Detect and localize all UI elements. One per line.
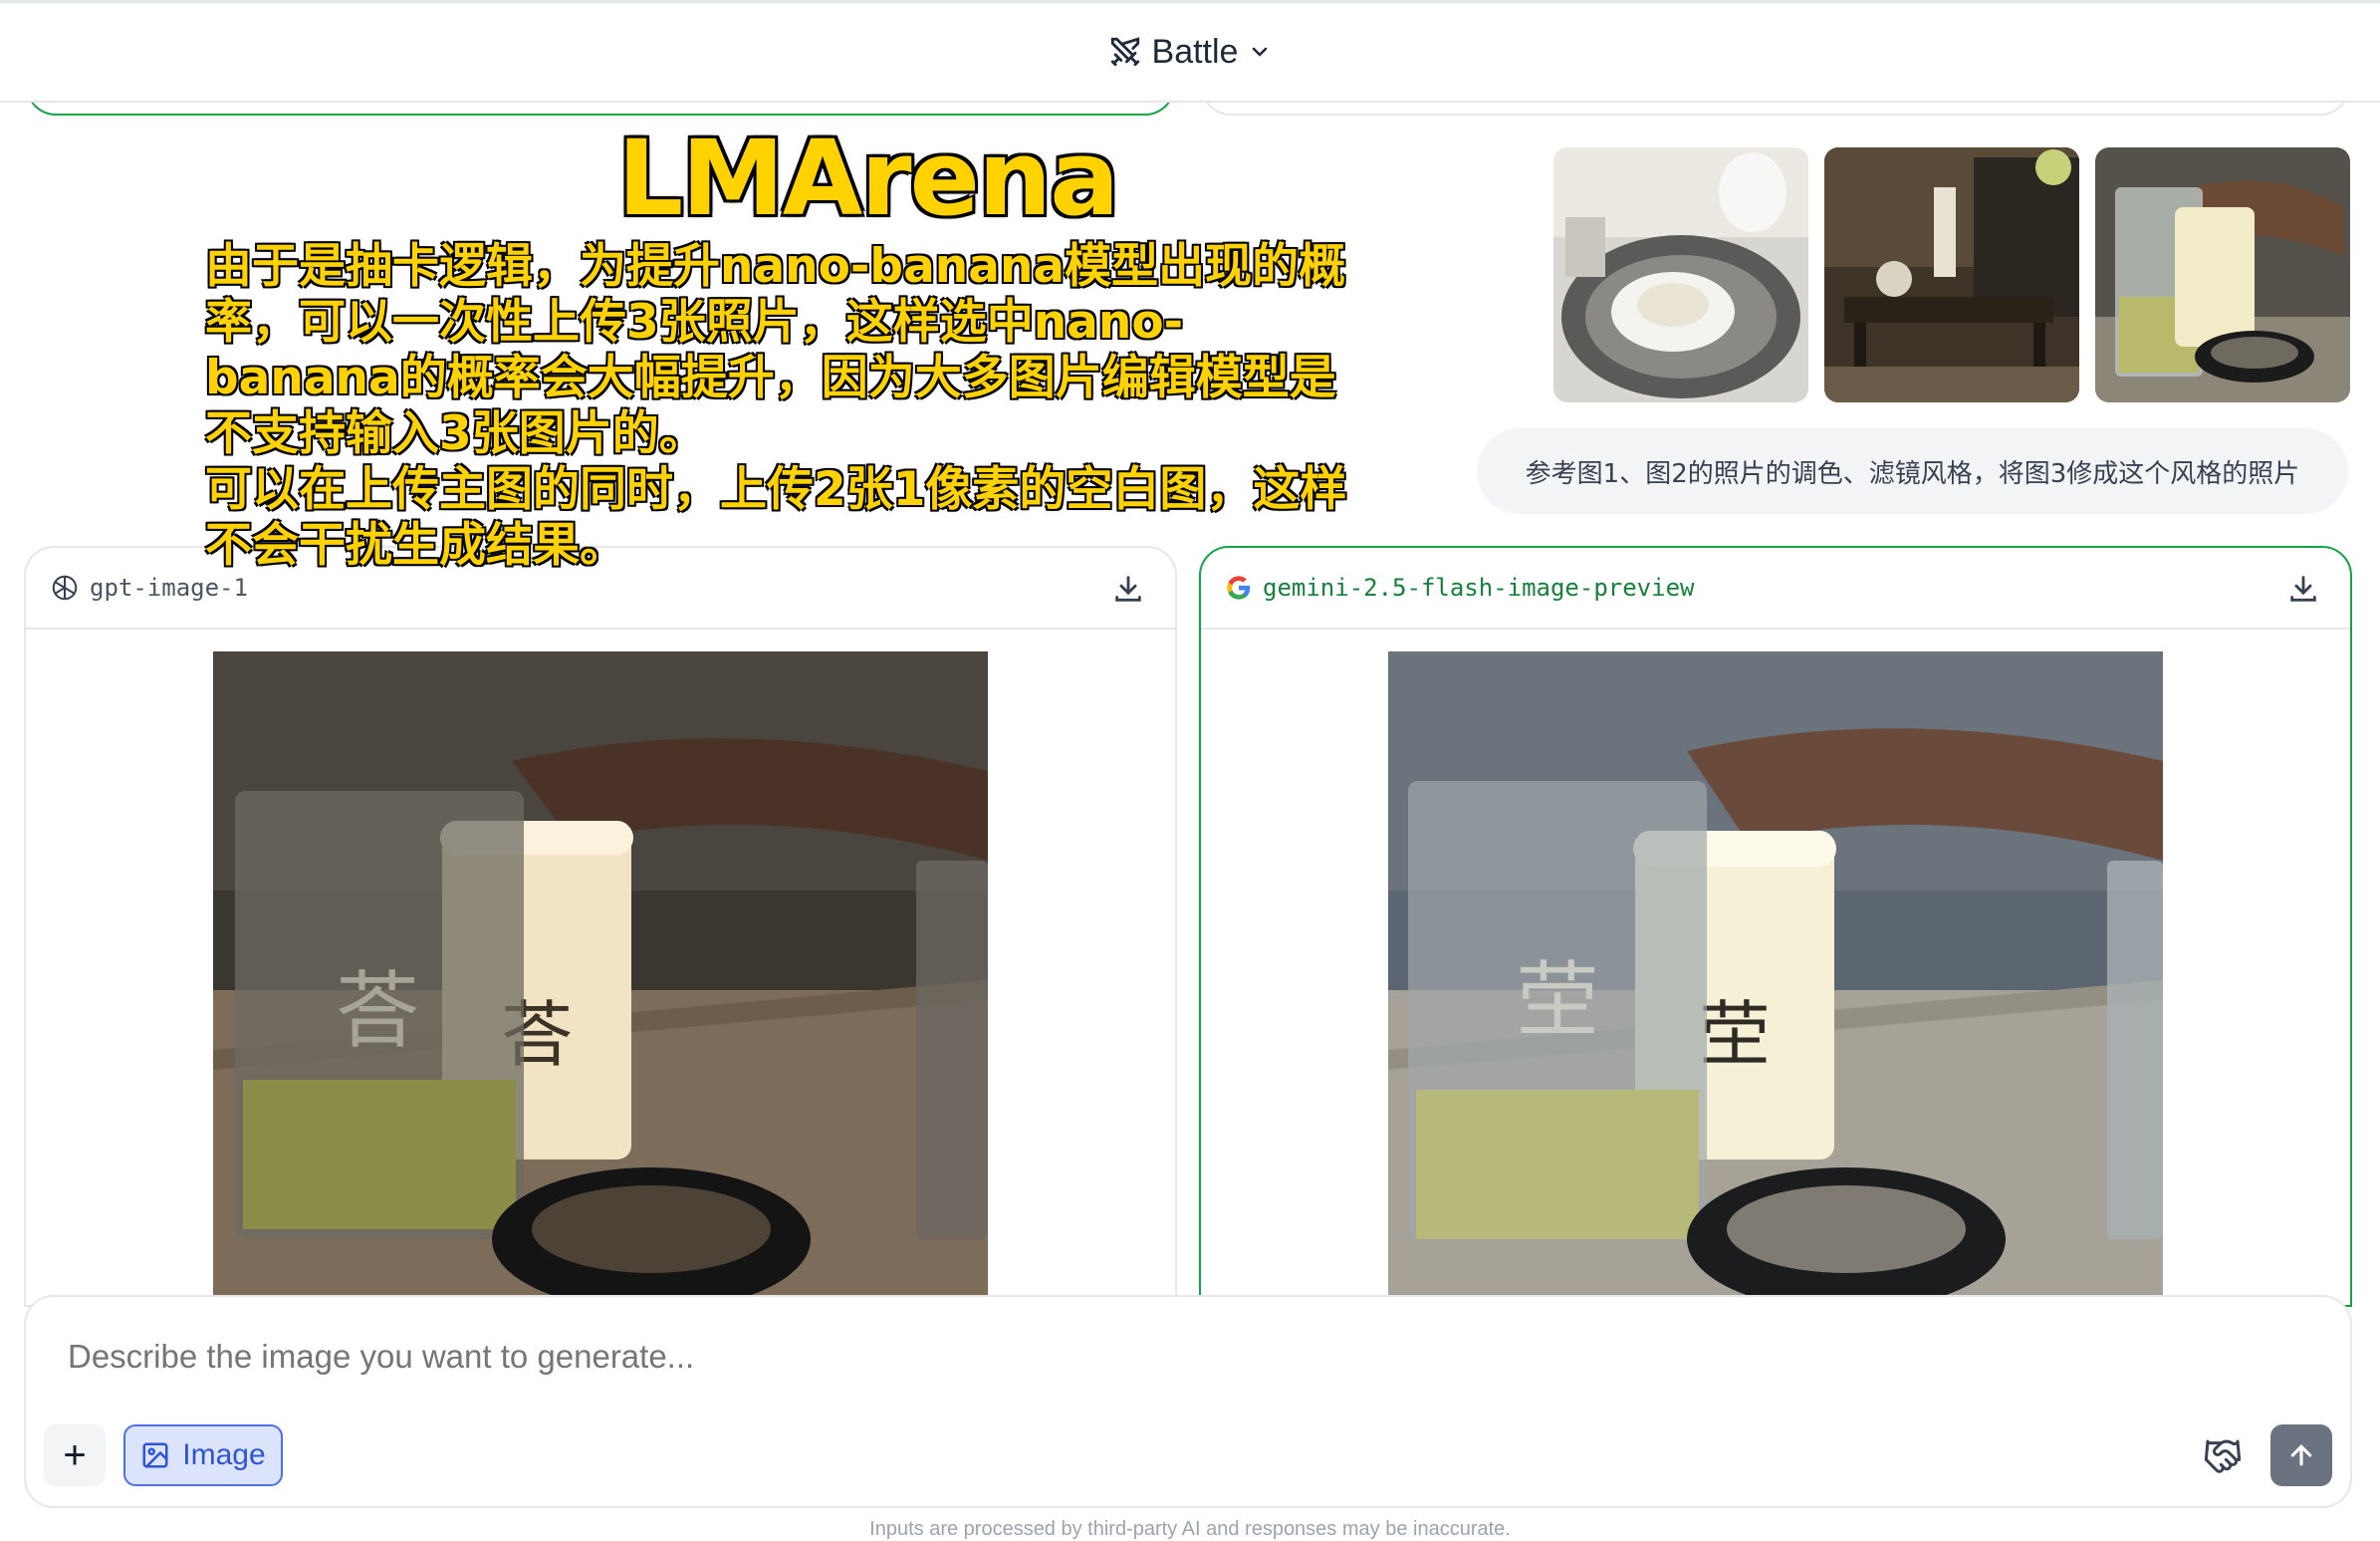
prompt-input[interactable] (66, 1337, 1862, 1377)
reference-image-1[interactable] (1553, 147, 1808, 402)
download-icon[interactable] (1111, 572, 1145, 606)
download-icon[interactable] (2286, 572, 2320, 606)
user-prompt-text: 参考图1、图2的照片的调色、滤镜风格，将图3修成这个风格的照片 (1525, 458, 2300, 489)
overlay-title: LMArena (617, 118, 1119, 239)
generated-image-right[interactable]: 茔 茔 (1388, 651, 2163, 1305)
reference-image-2[interactable] (1824, 147, 2079, 402)
add-attachment-button[interactable]: + (44, 1424, 106, 1486)
mode-label: Battle (1151, 32, 1239, 71)
top-header: Battle (0, 3, 2380, 103)
reference-image-3[interactable] (2095, 147, 2350, 402)
openai-icon (52, 575, 78, 601)
overlay-line-2: 可以在上传主图的同时，上传2张1像素的空白图，这样不会干扰生成结果。 (205, 462, 1347, 573)
image-icon (142, 1442, 168, 1468)
model-name-left: gpt-image-1 (90, 574, 248, 602)
overlay-annotation: 由于是抽卡逻辑，为提升nano-banana模型出现的概率，可以一次性上传3张照… (205, 239, 1360, 574)
send-button[interactable] (2270, 1424, 2332, 1486)
response-card-left: gpt-image-1 荅 荅 (24, 546, 1177, 1307)
svg-text:茔: 茔 (1699, 993, 1771, 1077)
prompt-composer: + Image (24, 1295, 2352, 1508)
svg-text:荅: 荅 (336, 962, 419, 1060)
mode-selector[interactable]: Battle (1108, 33, 1273, 72)
response-card-right: gemini-2.5-flash-image-preview 茔 茔 (1199, 546, 2352, 1307)
handshake-icon[interactable] (2203, 1436, 2243, 1476)
response-header-right: gemini-2.5-flash-image-preview (1201, 548, 2350, 630)
image-mode-button[interactable]: Image (123, 1424, 283, 1486)
plus-label: + (63, 1432, 87, 1477)
disclaimer-text: Inputs are processed by third-party AI a… (869, 1518, 1511, 1540)
overlay-line-1: 由于是抽卡逻辑，为提升nano-banana模型出现的概率，可以一次性上传3张照… (205, 239, 1346, 461)
image-button-label: Image (182, 1438, 266, 1471)
svg-text:茔: 茔 (1516, 952, 1599, 1050)
chevron-down-icon (1253, 47, 1268, 57)
swords-icon (1110, 37, 1139, 67)
arrow-up-icon (2290, 1444, 2312, 1466)
google-icon (1227, 576, 1251, 600)
model-name-right: gemini-2.5-flash-image-preview (1263, 574, 1695, 602)
generated-image-left[interactable]: 荅 荅 (213, 651, 988, 1305)
user-prompt-bubble: 参考图1、图2的照片的调色、滤镜风格，将图3修成这个风格的照片 (1477, 428, 2348, 514)
